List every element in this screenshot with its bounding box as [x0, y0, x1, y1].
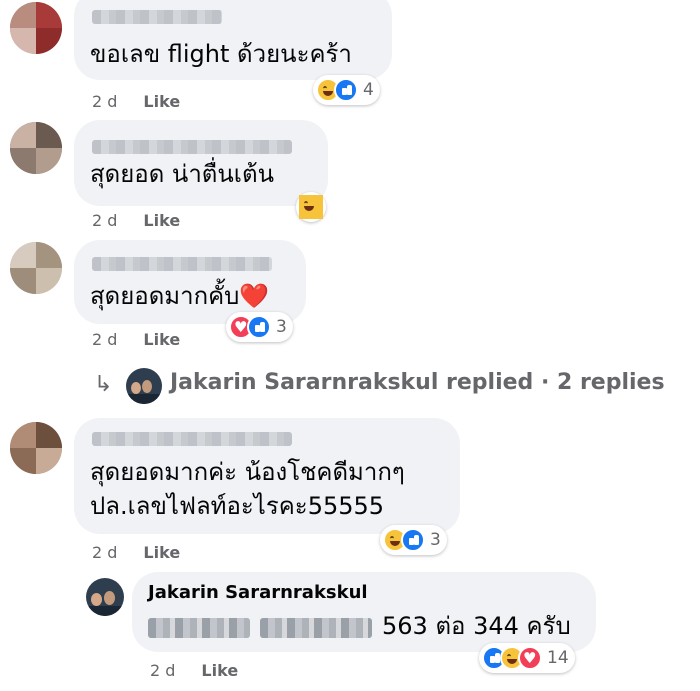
reaction-summary[interactable]: [296, 192, 326, 222]
like-icon: [334, 78, 358, 102]
reply-time[interactable]: 2 d: [150, 661, 175, 680]
like-link[interactable]: Like: [201, 661, 238, 680]
comment-meta: 2 d Like: [92, 543, 180, 562]
like-icon: [247, 315, 271, 339]
like-icon: [401, 528, 425, 552]
like-link[interactable]: Like: [143, 330, 180, 349]
view-replies-link[interactable]: Jakarin Sararnrakskul replied · 2 replie…: [170, 370, 665, 395]
mentioned-name-blurred[interactable]: [260, 618, 372, 638]
comment-bubble: สุดยอดมากค่ะ น้องโชคดีมากๆ ปล.เลขไฟลท์อะ…: [74, 418, 460, 534]
comment-time[interactable]: 2 d: [92, 330, 117, 349]
comment-time[interactable]: 2 d: [92, 211, 117, 230]
reply-author[interactable]: Jakarin Sararnrakskul: [148, 582, 368, 603]
comment-bubble: สุดยอด น่าตื่นเต้น: [74, 120, 328, 206]
comment-meta: 2 d Like: [92, 92, 180, 111]
haha-icon: [299, 195, 323, 219]
love-icon: [518, 646, 542, 670]
reaction-summary[interactable]: 3: [380, 525, 447, 555]
reply-text: 563 ต่อ 344 ครับ: [382, 612, 571, 640]
comment-text: สุดยอด น่าตื่นเต้น: [90, 160, 274, 188]
like-link[interactable]: Like: [143, 543, 180, 562]
reaction-summary[interactable]: 3: [226, 312, 293, 342]
commenter-name-blurred[interactable]: [92, 10, 222, 24]
comment-meta: 2 d Like: [92, 211, 180, 230]
heart-emoji: ❤️: [239, 282, 270, 310]
reaction-count: 3: [430, 530, 441, 550]
comment-time[interactable]: 2 d: [92, 92, 117, 111]
avatar[interactable]: [10, 122, 62, 174]
avatar[interactable]: [10, 2, 62, 54]
comment-text: ปล.เลขไฟลท์อะไรคะ55555: [90, 492, 385, 520]
reaction-summary[interactable]: 14: [479, 643, 575, 673]
like-link[interactable]: Like: [143, 211, 180, 230]
avatar[interactable]: [10, 242, 62, 294]
reply-bubble: Jakarin Sararnrakskul 563 ต่อ 344 ครับ: [132, 572, 596, 652]
comment-time[interactable]: 2 d: [92, 543, 117, 562]
comment-bubble: ขอเลข flight ด้วยนะคร้า: [74, 0, 392, 80]
comment-text: ขอเลข flight ด้วยนะคร้า: [90, 40, 352, 68]
commenter-name-blurred[interactable]: [92, 140, 292, 154]
reply-arrow-icon: ↳: [94, 372, 113, 397]
commenter-name-blurred[interactable]: [92, 432, 292, 446]
reaction-summary[interactable]: 4: [313, 75, 380, 105]
comment-meta: 2 d Like: [92, 330, 180, 349]
avatar[interactable]: [86, 578, 124, 616]
comment-text: สุดยอดมากคั้บ❤️: [90, 282, 270, 310]
commenter-name-blurred[interactable]: [92, 257, 272, 271]
reaction-count: 4: [363, 80, 374, 100]
like-link[interactable]: Like: [143, 92, 180, 111]
avatar[interactable]: [10, 422, 62, 474]
avatar[interactable]: [126, 368, 162, 404]
reaction-count: 3: [276, 317, 287, 337]
comment-text: สุดยอดมากค่ะ น้องโชคดีมากๆ: [90, 458, 405, 486]
reply-meta: 2 d Like: [150, 661, 238, 680]
reaction-count: 14: [547, 648, 569, 668]
mentioned-name-blurred[interactable]: [148, 618, 250, 638]
